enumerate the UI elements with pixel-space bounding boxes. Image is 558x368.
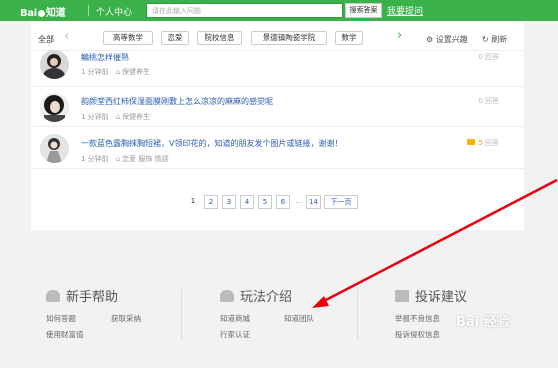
baidu-jingyan-watermark: Bai 经验 — [456, 315, 510, 330]
annotation-arrow-line — [321, 178, 558, 304]
annotation-arrow-head — [312, 296, 329, 308]
